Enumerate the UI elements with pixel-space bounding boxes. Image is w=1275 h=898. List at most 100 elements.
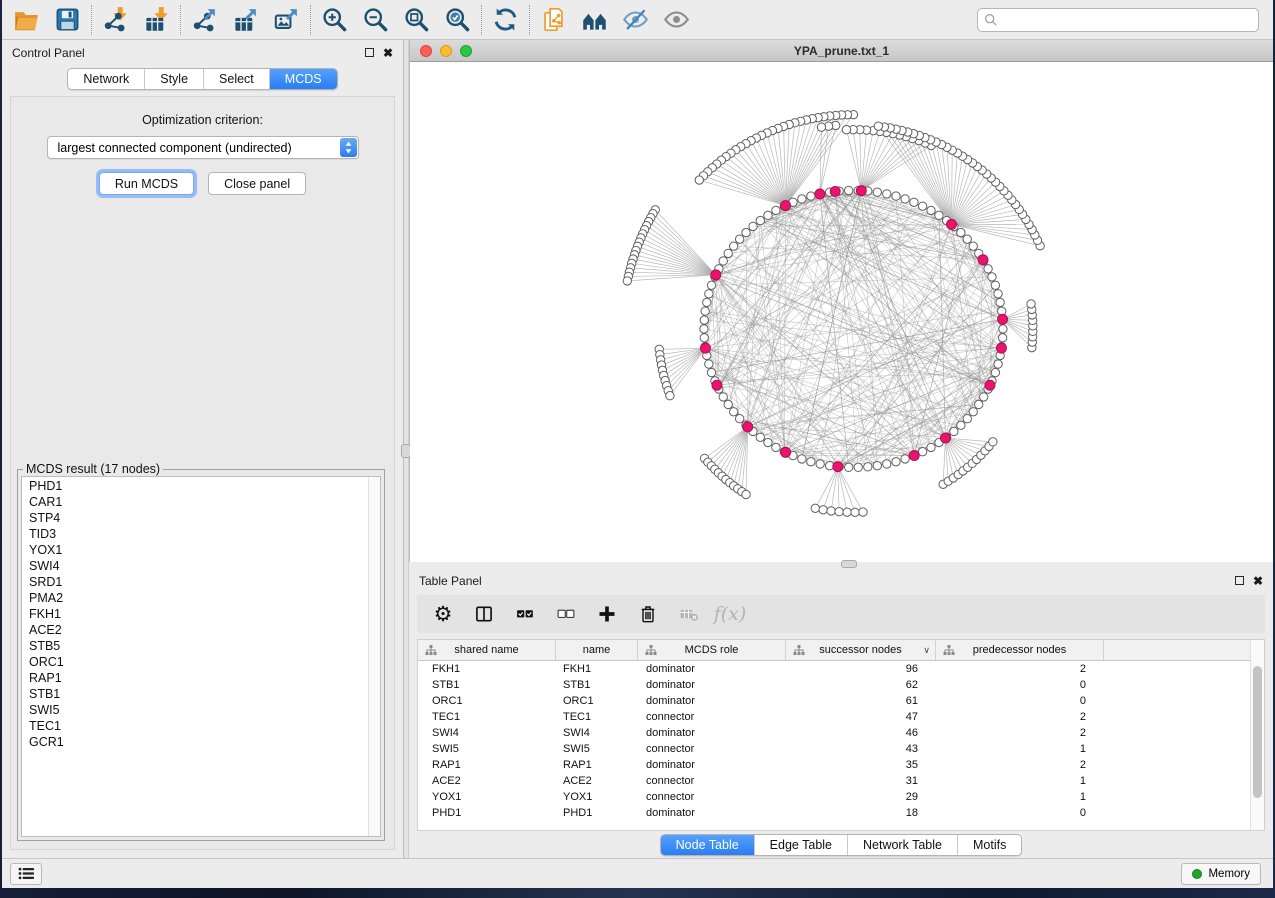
graph-node[interactable]	[988, 273, 996, 281]
graph-node[interactable]	[735, 415, 743, 423]
criterion-select[interactable]: largest connected component (undirected)	[47, 136, 359, 159]
graph-node[interactable]	[883, 190, 891, 198]
graph-node[interactable]	[700, 325, 708, 333]
graph-node[interactable]	[883, 460, 891, 468]
mcds-result-item[interactable]: TEC1	[29, 718, 380, 734]
graph-node[interactable]	[666, 392, 674, 400]
splitter-grip[interactable]	[841, 560, 857, 568]
mcds-result-item[interactable]: PMA2	[29, 590, 380, 606]
graph-node[interactable]	[991, 368, 999, 376]
mcds-result-item[interactable]: GCR1	[29, 734, 380, 750]
graph-node[interactable]	[705, 360, 713, 368]
table-row[interactable]: SWI4SWI4dominator462	[418, 725, 1264, 741]
graph-node[interactable]	[999, 325, 1007, 333]
import-table-button[interactable]	[136, 3, 177, 37]
minimize-window-button[interactable]	[440, 45, 452, 57]
table-row[interactable]: YOX1YOX1connector291	[418, 789, 1264, 805]
graph-node[interactable]	[707, 368, 715, 376]
show-columns-button[interactable]	[472, 602, 496, 626]
graph-node[interactable]	[835, 508, 843, 516]
graph-dominator-node[interactable]	[998, 314, 1008, 324]
graph-node[interactable]	[817, 123, 825, 131]
refresh-layout-button[interactable]	[485, 3, 526, 37]
graph-node[interactable]	[994, 360, 1002, 368]
graph-dominator-node[interactable]	[833, 462, 843, 472]
network-canvas[interactable]	[410, 62, 1273, 562]
graph-node[interactable]	[989, 438, 997, 446]
graph-node[interactable]	[764, 438, 772, 446]
tab-motifs[interactable]: Motifs	[957, 835, 1021, 855]
graph-dominator-node[interactable]	[996, 343, 1006, 353]
graph-dominator-node[interactable]	[830, 186, 840, 196]
graph-node[interactable]	[994, 290, 1002, 298]
column-header-shared-name[interactable]: shared name	[418, 640, 556, 660]
graph-node[interactable]	[807, 192, 815, 200]
mcds-result-item[interactable]: SWI4	[29, 558, 380, 574]
graph-node[interactable]	[975, 400, 983, 408]
graph-dominator-node[interactable]	[781, 201, 791, 211]
graph-node[interactable]	[742, 228, 750, 236]
add-column-button[interactable]	[595, 602, 619, 626]
table-row[interactable]: FKH1FKH1dominator962	[418, 661, 1264, 677]
tab-select[interactable]: Select	[203, 69, 269, 89]
graph-dominator-node[interactable]	[985, 380, 995, 390]
graph-dominator-node[interactable]	[856, 186, 866, 196]
table-row[interactable]: SWI5SWI5connector431	[418, 741, 1264, 757]
graph-node[interactable]	[950, 427, 958, 435]
close-panel-icon[interactable]: ✖	[383, 47, 393, 59]
mcds-result-item[interactable]: PHD1	[29, 478, 380, 494]
graph-node[interactable]	[901, 195, 909, 203]
graph-node[interactable]	[701, 307, 709, 315]
graph-node[interactable]	[963, 235, 971, 243]
tab-network-table[interactable]: Network Table	[847, 835, 957, 855]
column-header-successor-nodes[interactable]: successor nodes∨	[786, 640, 936, 660]
automation-panel-button[interactable]	[10, 863, 42, 885]
deselect-all-rows-button[interactable]	[554, 602, 578, 626]
tab-style[interactable]: Style	[144, 69, 203, 89]
graph-node[interactable]	[700, 316, 708, 324]
graph-node[interactable]	[1027, 300, 1035, 308]
graph-node[interactable]	[991, 281, 999, 289]
graph-node[interactable]	[927, 443, 935, 451]
graph-node[interactable]	[980, 393, 988, 401]
graph-node[interactable]	[864, 463, 872, 471]
save-session-button[interactable]	[47, 3, 88, 37]
graph-node[interactable]	[724, 249, 732, 257]
table-row[interactable]: RAP1RAP1dominator352	[418, 757, 1264, 773]
column-header-name[interactable]: name	[556, 640, 638, 660]
graph-node[interactable]	[927, 206, 935, 214]
graph-node[interactable]	[816, 460, 824, 468]
graph-node[interactable]	[842, 126, 850, 134]
graph-node[interactable]	[859, 508, 867, 516]
graph-dominator-node[interactable]	[940, 433, 950, 443]
graph-node[interactable]	[807, 458, 815, 466]
zoom-fit-button[interactable]	[396, 3, 437, 37]
graph-node[interactable]	[764, 211, 772, 219]
mcds-result-item[interactable]: STB1	[29, 686, 380, 702]
export-image-button[interactable]	[266, 3, 307, 37]
close-panel-icon[interactable]: ✖	[1253, 575, 1263, 587]
graph-node[interactable]	[772, 443, 780, 451]
graph-dominator-node[interactable]	[978, 255, 988, 265]
hide-selected-button[interactable]	[615, 3, 656, 37]
table-scrollbar[interactable]	[1250, 640, 1264, 830]
graph-node[interactable]	[901, 455, 909, 463]
graph-node[interactable]	[819, 506, 827, 514]
float-panel-icon[interactable]	[1235, 576, 1244, 585]
mcds-result-item[interactable]: TID3	[29, 526, 380, 542]
zoom-in-button[interactable]	[314, 3, 355, 37]
graph-node[interactable]	[957, 421, 965, 429]
new-network-from-selection-button[interactable]	[533, 3, 574, 37]
graph-node[interactable]	[749, 222, 757, 230]
tab-mcds[interactable]: MCDS	[269, 69, 337, 89]
tab-network[interactable]: Network	[68, 69, 144, 89]
vertical-splitter[interactable]	[403, 40, 409, 858]
export-network-button[interactable]	[184, 3, 225, 37]
mcds-result-item[interactable]: ACE2	[29, 622, 380, 638]
mcds-result-item[interactable]: FKH1	[29, 606, 380, 622]
memory-button[interactable]: Memory	[1181, 863, 1261, 885]
graph-node[interactable]	[969, 408, 977, 416]
graph-node[interactable]	[729, 242, 737, 250]
graph-dominator-node[interactable]	[815, 189, 825, 199]
zoom-out-button[interactable]	[355, 3, 396, 37]
